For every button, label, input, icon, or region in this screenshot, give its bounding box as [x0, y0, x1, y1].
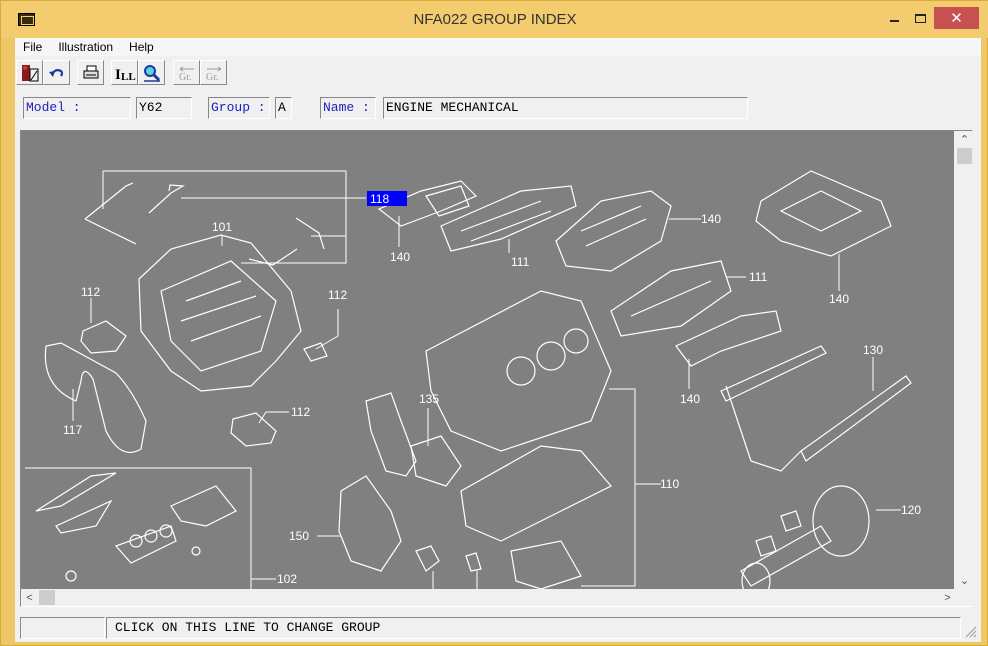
name-label: Name :: [320, 97, 376, 119]
callout-135[interactable]: 135: [419, 392, 439, 406]
callout-140-intake[interactable]: 140: [701, 212, 721, 226]
printer-icon: [83, 65, 98, 78]
group-value: A: [275, 97, 292, 119]
title-bar[interactable]: NFA022 GROUP INDEX ✕: [1, 1, 988, 38]
prev-group-button[interactable]: Gr.: [173, 60, 200, 85]
toolbar: I LL. Gr. Gr.: [15, 58, 981, 89]
next-group-icon: Gr.: [206, 66, 221, 83]
exit-button[interactable]: [16, 60, 43, 85]
resize-grip-icon[interactable]: [963, 624, 977, 638]
callout-112-left[interactable]: 112: [81, 285, 100, 299]
status-bar: CLICK ON THIS LINE TO CHANGE GROUP: [15, 616, 981, 640]
group-label: Group :: [208, 97, 270, 119]
hoses-part: [84, 182, 325, 266]
prev-group-icon: Gr.: [179, 66, 194, 83]
water-pump-part: [338, 475, 402, 572]
callout-130[interactable]: 130: [863, 343, 883, 357]
engine-cover-part: [755, 170, 892, 257]
callout-101[interactable]: 101: [212, 220, 232, 234]
callout-140-cover[interactable]: 140: [829, 292, 849, 306]
vertical-scroll-thumb[interactable]: [957, 148, 972, 164]
menu-file[interactable]: File: [15, 38, 50, 56]
info-bar: Model : Y62 Group : A Name : ENGINE MECH…: [15, 94, 981, 124]
exhaust-manifold-right-part: [675, 310, 782, 367]
cylinder-head-right-part: [610, 260, 732, 337]
model-value: Y62: [136, 97, 192, 119]
vertical-scrollbar[interactable]: ⌃ ⌄: [956, 131, 973, 589]
cylinder-block-part: [425, 290, 612, 452]
change-group-line[interactable]: CLICK ON THIS LINE TO CHANGE GROUP: [106, 617, 961, 639]
minimize-icon: [889, 20, 899, 22]
scroll-down-icon[interactable]: ⌄: [956, 572, 973, 589]
scroll-up-icon[interactable]: ⌃: [956, 131, 973, 148]
maximize-button[interactable]: [907, 7, 933, 29]
magnifier-icon: [143, 64, 160, 82]
svg-text:LL.: LL.: [121, 71, 136, 83]
menu-bar: File Illustration Help: [15, 38, 981, 56]
callout-112-rear[interactable]: 112: [291, 405, 310, 419]
callout-110[interactable]: 110: [660, 477, 679, 491]
illustration-button[interactable]: I LL.: [111, 60, 138, 85]
model-label: Model :: [23, 97, 131, 119]
search-button[interactable]: [138, 60, 165, 85]
app-window: NFA022 GROUP INDEX ✕ File Illustration H…: [0, 0, 988, 646]
engine-exploded-diagram: 118 101 140 111 140 140 111 112 112 112 …: [25, 170, 921, 589]
scrollbar-corner: [956, 589, 973, 606]
exit-door-icon: [21, 64, 38, 81]
callout-111-head-left[interactable]: 111: [511, 255, 530, 269]
callout-118[interactable]: 118: [370, 192, 389, 206]
illustration-canvas[interactable]: 118 101 140 111 140 140 111 112 112 112 …: [21, 131, 954, 589]
intake-manifold-part: [555, 190, 672, 272]
maximize-icon: [914, 13, 926, 23]
horizontal-scroll-thumb[interactable]: [39, 590, 55, 605]
engine-mount-rear-part: [230, 412, 277, 447]
status-pane-left: [20, 617, 105, 639]
menu-help[interactable]: Help: [121, 38, 162, 56]
svg-text:Gr.: Gr.: [206, 72, 219, 83]
gasket-kit-part: [35, 472, 237, 582]
svg-text:Gr.: Gr.: [179, 72, 192, 83]
callout-140-exhaust-right[interactable]: 140: [680, 392, 700, 406]
callout-140-exhaust-left[interactable]: 140: [390, 250, 410, 264]
scroll-left-icon[interactable]: <: [21, 589, 38, 606]
engine-mount-left-part: [80, 320, 127, 354]
drive-belt-part: [44, 342, 147, 453]
ill-icon: I LL.: [115, 67, 136, 83]
oil-pan-part: [460, 445, 612, 589]
callout-111-head-right[interactable]: 111: [749, 270, 768, 284]
window-title: NFA022 GROUP INDEX: [413, 11, 577, 28]
callout-150[interactable]: 150: [289, 529, 309, 543]
callout-112-right[interactable]: 112: [328, 288, 347, 302]
minimize-button[interactable]: [881, 7, 907, 29]
next-group-button[interactable]: Gr.: [200, 60, 227, 85]
camshaft-part: [720, 345, 912, 472]
menu-illustration[interactable]: Illustration: [50, 38, 121, 56]
callout-120[interactable]: 120: [901, 503, 921, 517]
small-part-b: [465, 552, 482, 572]
client-area: File Illustration Help I LL Gr. Gr. Mode…: [15, 38, 981, 642]
engine-assembly-part: [138, 234, 302, 392]
crankshaft-piston-part: [740, 485, 870, 589]
leader-118: [102, 170, 366, 264]
close-button[interactable]: ✕: [934, 7, 979, 29]
callout-117[interactable]: 117: [63, 423, 82, 437]
front-cover-part: [365, 392, 462, 487]
gasket-kit-box: [25, 467, 276, 589]
callout-102[interactable]: 102: [277, 572, 297, 586]
horizontal-scrollbar[interactable]: < >: [21, 589, 956, 606]
close-icon: ✕: [950, 10, 963, 27]
illustration-viewport: 118 101 140 111 140 140 111 112 112 112 …: [20, 130, 973, 607]
print-button[interactable]: [77, 60, 104, 85]
engine-mount-right-part: [303, 342, 328, 362]
scroll-right-icon[interactable]: >: [939, 589, 956, 606]
undo-arrow-icon: [48, 68, 63, 77]
name-value: ENGINE MECHANICAL: [383, 97, 748, 119]
small-part-a: [415, 545, 440, 572]
undo-button[interactable]: [43, 60, 70, 85]
